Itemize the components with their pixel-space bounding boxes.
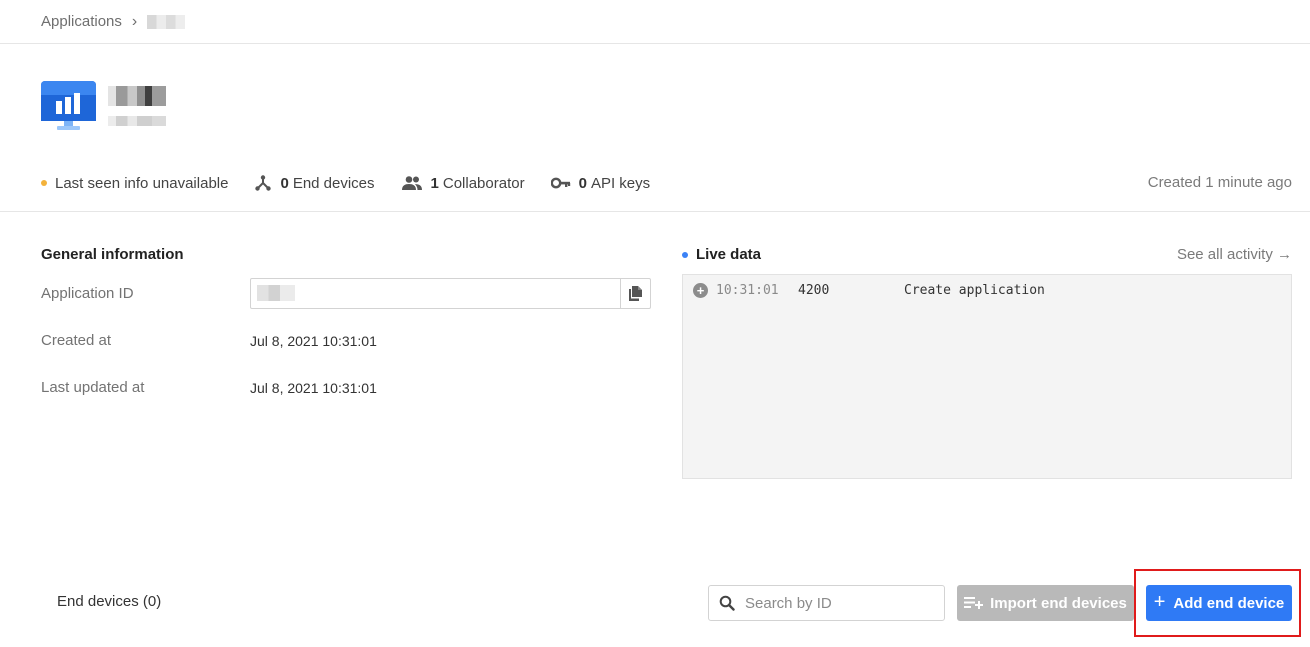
application-id-label: Application ID xyxy=(41,285,134,302)
created-ago: Created 1 minute ago xyxy=(1147,174,1292,191)
copy-icon xyxy=(629,286,642,301)
breadcrumb-applications[interactable]: Applications xyxy=(41,13,122,30)
live-data-title: Live data xyxy=(682,246,761,263)
last-updated-label: Last updated at xyxy=(41,379,145,396)
import-end-devices-button[interactable]: Import end devices xyxy=(957,585,1134,621)
end-devices-label: End devices xyxy=(292,174,375,192)
event-message: Create application xyxy=(904,283,1045,298)
search-icon xyxy=(719,595,735,611)
collaborators-label: Collaborator xyxy=(442,174,525,192)
breadcrumb-current-redacted[interactable] xyxy=(147,14,186,29)
header-divider xyxy=(0,43,1310,44)
chevron-right-icon: › xyxy=(131,13,138,30)
last-seen-status: Last seen info unavailable xyxy=(41,175,228,192)
stats-divider xyxy=(0,211,1310,212)
add-end-device-button[interactable]: + Add end device xyxy=(1146,585,1292,621)
application-id-redacted xyxy=(257,285,295,301)
live-dot-icon xyxy=(682,251,688,258)
last-updated-value: Jul 8, 2021 10:31:01 xyxy=(250,380,377,396)
event-time: 10:31:01 xyxy=(716,283,779,298)
application-icon xyxy=(41,81,96,131)
api-keys-label: API keys xyxy=(590,174,651,192)
playlist-add-icon xyxy=(964,597,984,609)
live-data-panel[interactable]: + 10:31:01 4200 Create application xyxy=(682,274,1292,479)
live-data-label: Live data xyxy=(696,246,762,263)
api-keys-count: 0 xyxy=(578,174,587,192)
event-row[interactable]: + 10:31:01 4200 Create application xyxy=(693,283,1045,298)
expand-plus-icon[interactable]: + xyxy=(693,283,708,298)
people-icon xyxy=(401,176,422,190)
search-input[interactable] xyxy=(745,594,925,612)
copy-button[interactable] xyxy=(620,279,650,308)
application-name-redacted xyxy=(108,86,166,126)
plus-icon: + xyxy=(1153,591,1166,613)
search-box[interactable] xyxy=(708,585,945,621)
status-dot-icon xyxy=(41,180,47,186)
add-end-device-label: Add end device xyxy=(1173,594,1285,612)
end-devices-count: 0 xyxy=(280,174,289,192)
end-devices-title: End devices (0) xyxy=(57,593,162,610)
created-at-value: Jul 8, 2021 10:31:01 xyxy=(250,333,377,349)
import-end-devices-label: Import end devices xyxy=(990,594,1127,612)
created-at-label: Created at xyxy=(41,332,112,349)
breadcrumb: Applications › xyxy=(41,0,186,43)
see-all-activity-link[interactable]: See all activity → xyxy=(1177,246,1292,263)
application-id-field[interactable] xyxy=(250,278,651,309)
general-information-title: General information xyxy=(41,246,184,263)
api-keys-stat[interactable]: 0 API keys xyxy=(550,174,651,192)
application-stats: Last seen info unavailable 0 End devices … xyxy=(41,170,650,196)
key-icon xyxy=(550,177,570,189)
end-devices-stat[interactable]: 0 End devices xyxy=(254,174,375,192)
devices-icon xyxy=(255,175,272,191)
collaborators-stat[interactable]: 1 Collaborator xyxy=(401,175,525,192)
last-seen-text: Last seen info unavailable xyxy=(55,174,229,192)
event-code: 4200 xyxy=(798,283,830,298)
collaborators-count: 1 xyxy=(430,174,439,192)
